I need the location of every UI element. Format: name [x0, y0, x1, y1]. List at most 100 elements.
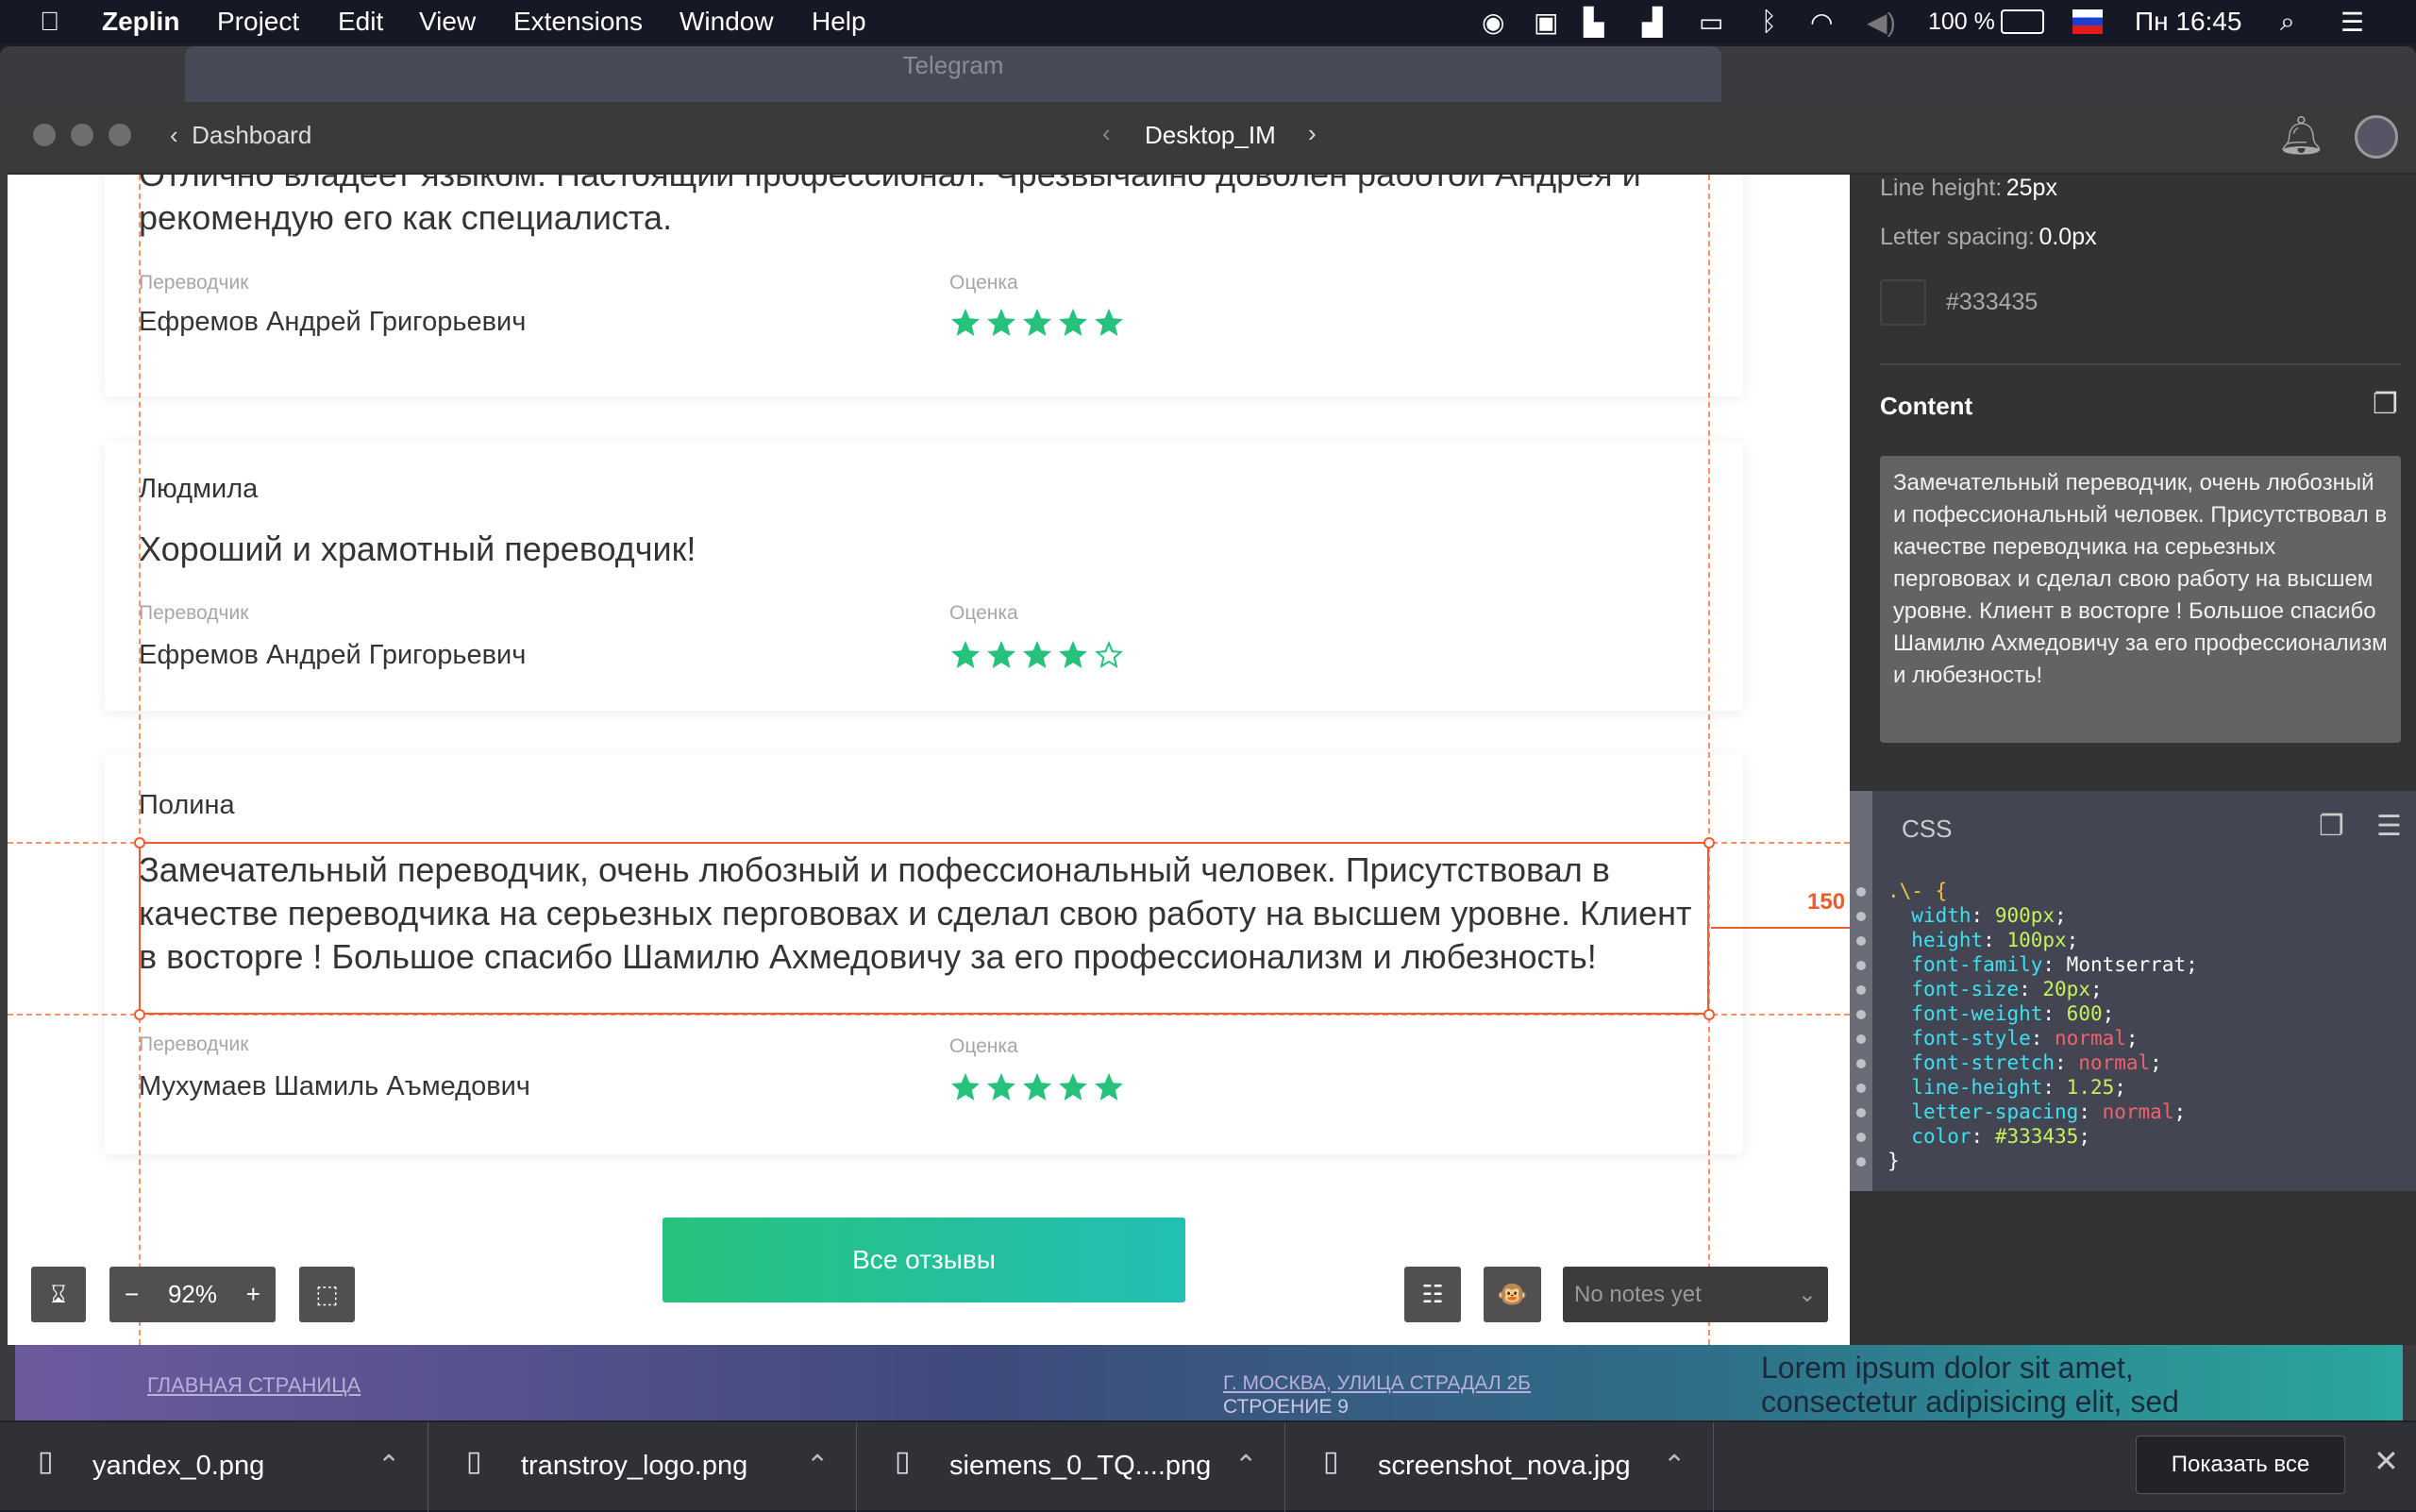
selection-handle[interactable]: [134, 1009, 145, 1020]
rating-stars: [951, 309, 1123, 337]
copy-icon[interactable]: ❐: [2373, 388, 2398, 421]
content-text[interactable]: Замечательный переводчик, очень любозный…: [1880, 456, 2401, 743]
menu-edit[interactable]: Edit: [338, 7, 383, 37]
menu-extensions[interactable]: Extensions: [513, 7, 643, 37]
content-title: Content: [1880, 392, 1973, 420]
color-hex[interactable]: #333435: [1946, 289, 2038, 316]
selection-handle[interactable]: [1703, 837, 1715, 848]
css-value: normal: [2102, 1100, 2174, 1123]
css-value: normal: [2055, 1027, 2126, 1050]
bell-icon[interactable]: 🔔︎: [2277, 113, 2325, 158]
back-dashboard-button[interactable]: ‹ Dashboard: [170, 121, 311, 150]
wifi-icon[interactable]: ◠: [1810, 7, 1833, 38]
menu-help[interactable]: Help: [812, 7, 866, 37]
background-webpage: ГЛАВНАЯ СТРАНИЦА Г. МОСКВА, УЛИЦА СТРАДА…: [15, 1345, 2403, 1420]
clock[interactable]: Пн 16:45: [2135, 7, 2241, 37]
css-value: #333435: [1994, 1125, 2079, 1148]
add-note-button[interactable]: ☷: [1404, 1267, 1461, 1322]
line-height-label: Line height:: [1880, 175, 2003, 201]
viber-icon[interactable]: ◉: [1482, 7, 1504, 38]
css-property: letter-spacing: [1911, 1100, 2079, 1123]
flag-ru-icon[interactable]: [2072, 9, 2103, 34]
show-all-downloads-button[interactable]: Показать все: [2136, 1436, 2345, 1494]
zoom-window-button[interactable]: [109, 124, 131, 146]
close-window-button[interactable]: [33, 124, 56, 146]
downloads-bar: ▯ yandex_0.png ⌃ ▯ transtroy_logo.png ⌃ ▯ sieme…: [0, 1420, 2416, 1512]
translator-name: Мухумаев Шамиль Аъмедович: [139, 1071, 530, 1101]
zoom-out-button[interactable]: −: [125, 1280, 139, 1309]
chevron-down-icon: ⌄: [1797, 1282, 1817, 1307]
css-value: normal: [2078, 1051, 2151, 1074]
close-icon[interactable]: ✕: [2374, 1443, 2399, 1479]
display-icon[interactable]: ▟: [1642, 7, 1663, 38]
notification-icon[interactable]: ▙: [1584, 7, 1604, 38]
settings-sliders-icon[interactable]: ☰: [2376, 810, 2402, 843]
airplay-icon[interactable]: ▭: [1699, 7, 1723, 38]
design-canvas[interactable]: Отлично владеет языком. Настоящий профес…: [8, 175, 1850, 1345]
battery-percent[interactable]: 100 %: [1928, 8, 1995, 36]
selection-handle[interactable]: [1703, 1009, 1715, 1020]
css-property: color: [1911, 1125, 1971, 1148]
zoom-level: 92%: [167, 1280, 218, 1308]
telegram-title: Telegram: [185, 46, 1721, 105]
css-property: font-weight: [1911, 1002, 2043, 1025]
web-text: Lorem ipsum dolor sit amet,: [1761, 1351, 2134, 1385]
rating-stars: [951, 641, 1123, 669]
color-swatch[interactable]: [1880, 279, 1926, 326]
bluetooth-icon[interactable]: ᛒ: [1761, 7, 1777, 37]
menu-app-name[interactable]: Zeplin: [102, 7, 179, 37]
rating-stars: [951, 1073, 1123, 1101]
star-filled-icon: [1095, 309, 1123, 336]
list-icon[interactable]: ☰: [2340, 7, 2364, 38]
chevron-up-icon[interactable]: ⌃: [1234, 1449, 1257, 1482]
volume-icon[interactable]: ◀): [1867, 7, 1896, 38]
line-marker: [1856, 887, 1866, 897]
rating-label: Оценка: [949, 272, 1018, 294]
chevron-up-icon[interactable]: ⌃: [806, 1449, 829, 1482]
bookmark-icon[interactable]: ▣: [1534, 7, 1558, 38]
emoji-button[interactable]: 🐵: [1484, 1267, 1541, 1322]
css-line: font-size: 20px;: [1911, 978, 2103, 1000]
menu-window[interactable]: Window: [680, 7, 774, 37]
all-reviews-button[interactable]: Все отзывы: [663, 1218, 1185, 1302]
download-item[interactable]: ▯ screenshot_nova.jpg ⌃: [1285, 1422, 1714, 1512]
download-item[interactable]: ▯ transtroy_logo.png ⌃: [428, 1422, 857, 1512]
selection-handle[interactable]: [134, 837, 145, 848]
copy-css-icon[interactable]: ❐: [2319, 810, 2344, 843]
line-marker: [1856, 1010, 1866, 1019]
star-filled-icon: [1023, 641, 1051, 668]
translator-name: Ефремов Андрей Григорьевич: [139, 307, 527, 337]
menu-project[interactable]: Project: [217, 7, 299, 37]
download-item[interactable]: ▯ siemens_0_TQ....png ⌃: [857, 1422, 1285, 1512]
minimize-window-button[interactable]: [71, 124, 93, 146]
prev-screen-icon[interactable]: ‹: [1102, 119, 1111, 148]
line-marker: [1856, 1157, 1866, 1167]
line-marker: [1856, 936, 1866, 946]
apple-icon[interactable]: : [40, 7, 59, 37]
notes-dropdown[interactable]: No notes yet ⌄: [1563, 1267, 1828, 1322]
css-property: line-height: [1911, 1076, 2043, 1099]
download-item[interactable]: ▯ yandex_0.png ⌃: [0, 1422, 428, 1512]
chevron-up-icon[interactable]: ⌃: [378, 1449, 400, 1482]
line-marker: [1856, 961, 1866, 970]
selection-box[interactable]: [139, 842, 1709, 1015]
next-screen-icon[interactable]: ›: [1308, 119, 1317, 148]
frame-icon: ⬚: [315, 1280, 339, 1308]
css-line: .\- {: [1888, 880, 1947, 902]
back-label: Dashboard: [192, 121, 312, 149]
css-property: width: [1911, 904, 1971, 927]
hourglass-button[interactable]: ⌛︎: [31, 1267, 86, 1322]
search-icon[interactable]: ⌕: [2280, 7, 2295, 38]
css-selector: .\- {: [1888, 880, 1948, 902]
chevron-up-icon[interactable]: ⌃: [1663, 1449, 1686, 1482]
translator-label: Переводчик: [139, 602, 249, 624]
star-filled-icon: [987, 309, 1015, 336]
hourglass-icon: ⌛︎: [50, 1279, 67, 1308]
star-filled-icon: [1059, 641, 1087, 668]
battery-icon[interactable]: [2001, 9, 2044, 34]
line-marker: [1856, 1108, 1866, 1117]
fit-frame-button[interactable]: ⬚: [299, 1267, 355, 1322]
zoom-in-button[interactable]: +: [246, 1280, 260, 1309]
menu-view[interactable]: View: [419, 7, 476, 37]
avatar[interactable]: [2355, 115, 2398, 159]
